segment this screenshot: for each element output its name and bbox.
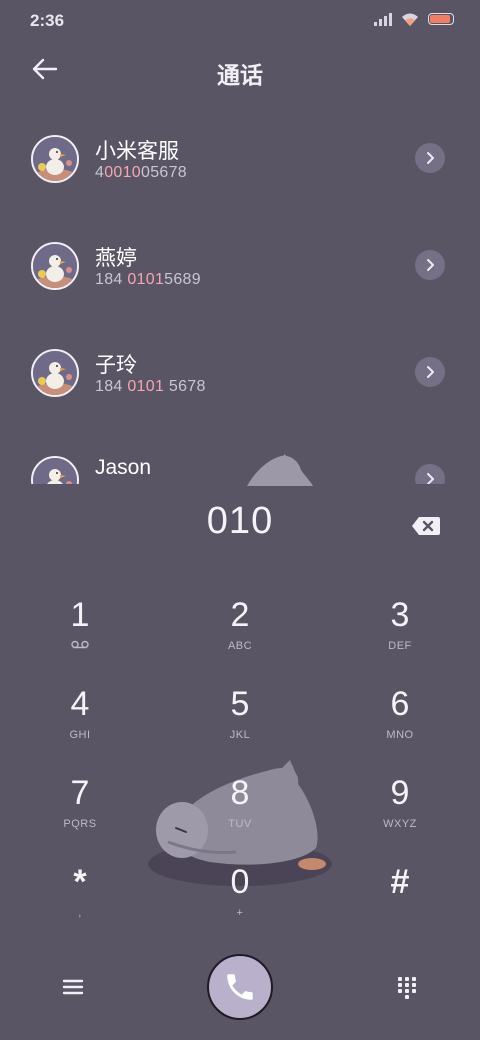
number-pre: 184 (95, 271, 128, 288)
number-post: 5678 (164, 378, 206, 395)
key-0[interactable]: 0 + (190, 863, 290, 937)
key-letters: JKL (229, 729, 251, 741)
dial-input[interactable]: 010 (0, 500, 480, 556)
key-letters: GHI (69, 729, 91, 741)
phone-icon (227, 974, 253, 1000)
header: 通话 (0, 44, 480, 96)
key-4[interactable]: 4 GHI (30, 685, 130, 759)
contact-name: 子玲 (95, 354, 137, 377)
backspace-icon[interactable] (410, 514, 442, 538)
contact-row[interactable]: Jason (0, 425, 480, 484)
contact-name: 燕婷 (95, 247, 137, 270)
key-digit: 2 (230, 596, 250, 634)
chevron-right-icon[interactable] (415, 143, 445, 173)
contact-number: 4001005678 (95, 164, 187, 182)
key-digit: 4 (70, 685, 90, 723)
key-2[interactable]: 2 ABC (190, 596, 290, 670)
key-digit: # (390, 863, 410, 901)
contact-row[interactable]: 燕婷 184 01015689 (0, 211, 480, 318)
key-letters: WXYZ (383, 818, 417, 830)
menu-icon[interactable] (58, 972, 88, 1002)
key-digit: 6 (390, 685, 410, 723)
avatar (31, 349, 79, 397)
number-match: 0101 (127, 378, 165, 395)
key-6[interactable]: 6 MNO (350, 685, 450, 759)
key-1[interactable]: 1 (30, 596, 130, 670)
contact-row[interactable]: 子玲 184 0101 5678 (0, 318, 480, 425)
key-letters: PQRS (63, 818, 97, 830)
number-match: 0101 (127, 271, 165, 288)
bottom-bar (0, 950, 480, 1030)
status-icons (374, 11, 454, 27)
key-letters: ABC (227, 640, 253, 652)
key-digit: 0 (230, 863, 250, 901)
call-button[interactable] (207, 954, 273, 1020)
key-letters: , (78, 907, 82, 919)
contact-name: Jason (95, 456, 152, 479)
key-digit: 3 (390, 596, 410, 634)
key-digit: 8 (230, 774, 250, 812)
number-post: 5689 (164, 271, 201, 288)
number-match: 0010 (104, 164, 141, 181)
key-digit: 9 (390, 774, 410, 812)
penguin-decoration-icon (247, 454, 313, 486)
number-post: 05678 (141, 164, 187, 181)
key-letters: DEF (388, 640, 412, 652)
voicemail-icon (30, 640, 130, 652)
dialpad-icon[interactable] (392, 972, 422, 1002)
key-star[interactable]: *, (30, 863, 130, 937)
key-7[interactable]: 7 PQRS (30, 774, 130, 848)
contact-name: 小米客服 (95, 140, 179, 163)
battery-icon (428, 13, 454, 25)
key-9[interactable]: 9 WXYZ (350, 774, 450, 848)
number-pre: 184 (95, 378, 128, 395)
key-letters: TUV (228, 818, 252, 830)
avatar (31, 135, 79, 183)
signal-icon (374, 12, 392, 26)
contact-number: 184 01015689 (95, 271, 201, 289)
key-digit: 7 (70, 774, 90, 812)
avatar (31, 456, 79, 484)
contact-row[interactable]: 小米客服 4001005678 (0, 104, 480, 211)
number-pre: 4 (95, 164, 105, 181)
chevron-right-icon[interactable] (415, 357, 445, 387)
chevron-right-icon[interactable] (415, 464, 445, 484)
key-digit: 1 (70, 596, 90, 634)
keypad: 1 2 ABC 3 DEF 4 GHI 5 JKL 6 MNO 7 PQRS 8 TUV 9 WXYZ *, 0 + # (0, 590, 480, 946)
key-hash[interactable]: # (350, 863, 450, 937)
contact-list: 小米客服 4001005678 燕婷 184 01015689 子玲 184 0101 5… (0, 104, 480, 484)
chevron-right-icon[interactable] (415, 250, 445, 280)
key-8[interactable]: 8 TUV (190, 774, 290, 848)
page-title: 通话 (217, 62, 263, 88)
key-letters: + (236, 907, 244, 919)
status-bar: 2:36 (0, 0, 480, 40)
key-digit: * (73, 863, 87, 901)
key-5[interactable]: 5 JKL (190, 685, 290, 759)
avatar (31, 242, 79, 290)
status-time: 2:36 (30, 11, 65, 30)
battery-fill (430, 15, 450, 23)
key-letters: MNO (386, 729, 414, 741)
contact-number: 184 0101 5678 (95, 378, 206, 396)
key-3[interactable]: 3 DEF (350, 596, 450, 670)
wifi-icon (402, 13, 418, 26)
key-digit: 5 (230, 685, 250, 723)
